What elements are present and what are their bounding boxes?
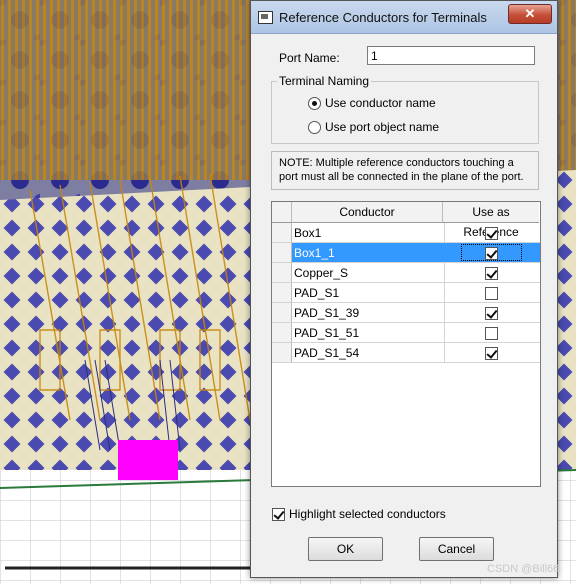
reference-cell[interactable] bbox=[443, 243, 540, 263]
reference-cell[interactable] bbox=[443, 323, 540, 343]
row-header[interactable] bbox=[272, 323, 292, 343]
terminal-naming-title: Terminal Naming bbox=[277, 74, 372, 88]
port-name-label: Port Name: bbox=[279, 51, 340, 65]
use-as-reference-checkbox[interactable] bbox=[485, 307, 498, 320]
port-name-input[interactable]: 1 bbox=[367, 46, 535, 65]
terminal-naming-group bbox=[271, 81, 539, 144]
row-header[interactable] bbox=[272, 243, 292, 263]
conductor-cell[interactable]: PAD_S1_54 bbox=[292, 343, 445, 363]
use-as-reference-checkbox[interactable] bbox=[485, 327, 498, 340]
table-row[interactable]: Box1 bbox=[272, 223, 540, 243]
conductor-cell[interactable]: Box1_1 bbox=[292, 243, 445, 263]
table-row[interactable]: PAD_S1_51 bbox=[272, 323, 540, 343]
table-row[interactable]: Copper_S bbox=[272, 263, 540, 283]
conductor-cell[interactable]: Copper_S bbox=[292, 263, 445, 283]
radio-use-port-object-name-label[interactable]: Use port object name bbox=[325, 120, 439, 134]
table-row[interactable]: PAD_S1_54 bbox=[272, 343, 540, 363]
table-corner-header bbox=[272, 202, 292, 223]
column-header-use-as-reference[interactable]: Use as Reference bbox=[443, 202, 539, 239]
port-highlight bbox=[118, 440, 178, 480]
close-button[interactable]: ✕ bbox=[508, 4, 552, 24]
cancel-button[interactable]: Cancel bbox=[419, 537, 494, 561]
row-header[interactable] bbox=[272, 283, 292, 303]
reference-cell[interactable] bbox=[443, 263, 540, 283]
reference-cell[interactable] bbox=[443, 283, 540, 303]
table-row[interactable]: PAD_S1 bbox=[272, 283, 540, 303]
reference-conductors-dialog: Reference Conductors for Terminals ✕ Por… bbox=[250, 0, 558, 578]
use-as-reference-checkbox[interactable] bbox=[485, 267, 498, 280]
column-header-conductor[interactable]: Conductor bbox=[292, 202, 443, 223]
watermark-text: CSDN @Bill66 bbox=[487, 563, 560, 575]
dialog-titlebar[interactable]: Reference Conductors for Terminals ✕ bbox=[251, 1, 557, 34]
radio-use-port-object-name[interactable] bbox=[308, 121, 321, 134]
conductor-table[interactable]: Conductor Use as Reference Box1 Box1_1 C… bbox=[271, 201, 541, 487]
radio-use-conductor-name[interactable] bbox=[308, 97, 321, 110]
highlight-selected-label[interactable]: Highlight selected conductors bbox=[289, 507, 446, 521]
radio-use-conductor-name-label[interactable]: Use conductor name bbox=[325, 96, 436, 110]
conductor-cell[interactable]: PAD_S1_39 bbox=[292, 303, 445, 323]
row-header[interactable] bbox=[272, 263, 292, 283]
reference-cell[interactable] bbox=[443, 223, 540, 243]
dialog-title: Reference Conductors for Terminals bbox=[279, 10, 487, 25]
highlight-selected-checkbox[interactable] bbox=[272, 508, 285, 521]
table-row-selected[interactable]: Box1_1 bbox=[272, 243, 540, 263]
row-header[interactable] bbox=[272, 223, 292, 243]
conductor-cell[interactable]: PAD_S1_51 bbox=[292, 323, 445, 343]
note-text: NOTE: Multiple reference conductors touc… bbox=[279, 157, 524, 183]
row-header[interactable] bbox=[272, 343, 292, 363]
use-as-reference-checkbox[interactable] bbox=[485, 227, 498, 240]
reference-cell[interactable] bbox=[443, 343, 540, 363]
ok-button[interactable]: OK bbox=[308, 537, 383, 561]
row-header[interactable] bbox=[272, 303, 292, 323]
reference-cell[interactable] bbox=[443, 303, 540, 323]
use-as-reference-checkbox[interactable] bbox=[485, 247, 498, 260]
table-row[interactable]: PAD_S1_39 bbox=[272, 303, 540, 323]
use-as-reference-checkbox[interactable] bbox=[485, 347, 498, 360]
app-icon bbox=[258, 11, 273, 24]
conductor-cell[interactable]: PAD_S1 bbox=[292, 283, 445, 303]
use-as-reference-checkbox[interactable] bbox=[485, 287, 498, 300]
conductor-cell[interactable]: Box1 bbox=[292, 223, 445, 243]
